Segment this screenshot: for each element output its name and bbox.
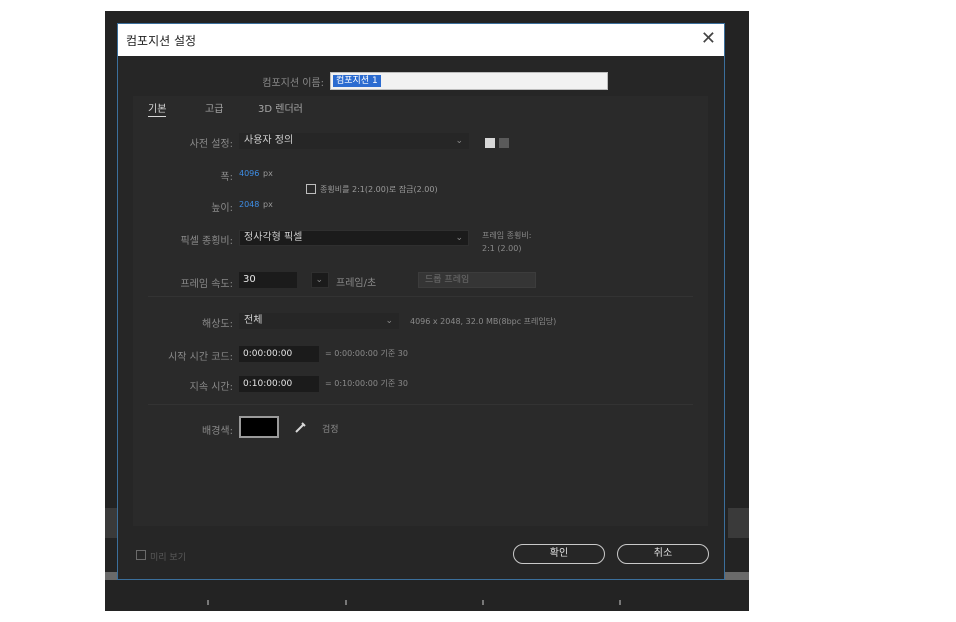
dialog-title: 컴포지션 설정 xyxy=(126,34,197,48)
preset-dropdown[interactable]: 사용자 정의 ⌄ xyxy=(239,133,469,149)
tab-3d-renderer[interactable]: 3D 렌더러 xyxy=(258,100,303,115)
separator xyxy=(148,296,693,297)
composition-name-input[interactable]: 컴포지션 1 xyxy=(330,72,608,90)
height-label: 높이: xyxy=(211,203,233,214)
tab-basic[interactable]: 기본 xyxy=(148,100,167,117)
eyedropper-icon[interactable] xyxy=(294,420,308,434)
ok-button[interactable]: 확인 xyxy=(513,544,605,564)
duration-value: 0:10:00:00 xyxy=(243,379,293,389)
height-value[interactable]: 2048 xyxy=(239,200,259,209)
drop-frame-dropdown[interactable]: 드롭 프레임 xyxy=(418,272,536,288)
dialog-titlebar: 컴포지션 설정 ✕ xyxy=(118,24,724,56)
duration-info: = 0:10:00:00 기준 30 xyxy=(325,379,408,388)
timeline-tick xyxy=(345,600,347,605)
preview-checkbox[interactable] xyxy=(136,550,146,560)
delete-preset-icon[interactable] xyxy=(499,138,509,148)
height-unit: px xyxy=(263,200,273,209)
background-color-name: 검정 xyxy=(322,425,339,435)
preset-label: 사전 설정: xyxy=(189,139,233,150)
chevron-down-icon: ⌄ xyxy=(455,136,463,146)
composition-settings-dialog: 컴포지션 설정 ✕ 컴포지션 이름: 컴포지션 1 기본 고급 3D 렌더러 사… xyxy=(117,23,725,580)
composition-name-value: 컴포지션 1 xyxy=(333,75,381,87)
start-timecode-value: 0:00:00:00 xyxy=(243,349,293,359)
lock-aspect-label: 종횡비를 2:1(2.00)로 잠금(2.00) xyxy=(320,185,438,194)
width-value[interactable]: 4096 xyxy=(239,169,259,178)
frame-rate-label: 프레임 속도: xyxy=(180,279,233,290)
frame-aspect-value: 2:1 (2.00) xyxy=(482,244,522,253)
tab-advanced[interactable]: 고급 xyxy=(205,100,223,115)
duration-label: 지속 시간: xyxy=(189,382,233,393)
preview-label: 미리 보기 xyxy=(150,553,186,563)
preset-value: 사용자 정의 xyxy=(244,135,294,146)
drop-frame-value: 드롭 프레임 xyxy=(425,275,470,285)
background-color-swatch[interactable] xyxy=(239,416,279,438)
background-panel-right xyxy=(728,508,749,538)
close-icon[interactable]: ✕ xyxy=(701,28,716,49)
start-timecode-input[interactable]: 0:00:00:00 xyxy=(239,346,319,362)
pixel-aspect-value: 정사각형 픽셀 xyxy=(244,232,303,243)
chevron-down-icon: ⌄ xyxy=(385,316,393,326)
frame-rate-unit: 프레임/초 xyxy=(336,278,377,289)
duration-input[interactable]: 0:10:00:00 xyxy=(239,376,319,392)
settings-panel xyxy=(133,96,708,526)
composition-name-label: 컴포지션 이름: xyxy=(262,78,324,89)
chevron-down-icon: ⌄ xyxy=(455,233,463,243)
timeline-tick xyxy=(482,600,484,605)
resolution-dropdown[interactable]: 전체 ⌄ xyxy=(239,313,399,329)
pixel-aspect-dropdown[interactable]: 정사각형 픽셀 ⌄ xyxy=(239,230,469,246)
frame-rate-dropdown[interactable]: ⌄ xyxy=(311,272,329,288)
resolution-value: 전체 xyxy=(244,315,263,326)
cancel-button[interactable]: 취소 xyxy=(617,544,709,564)
lock-aspect-checkbox[interactable] xyxy=(306,184,316,194)
start-timecode-label: 시작 시간 코드: xyxy=(168,352,233,363)
width-unit: px xyxy=(263,169,273,178)
timeline-tick xyxy=(207,600,209,605)
start-timecode-info: = 0:00:00:00 기준 30 xyxy=(325,349,408,358)
save-preset-icon[interactable] xyxy=(485,138,495,148)
pixel-aspect-label: 픽셀 종횡비: xyxy=(180,236,233,247)
timeline-tick xyxy=(619,600,621,605)
frame-rate-value: 30 xyxy=(243,274,256,285)
separator xyxy=(148,404,693,405)
resolution-info: 4096 x 2048, 32.0 MB(8bpc 프레임당) xyxy=(410,317,557,326)
dialog-body: 컴포지션 이름: 컴포지션 1 기본 고급 3D 렌더러 사전 설정: 사용자 … xyxy=(118,56,724,579)
resolution-label: 해상도: xyxy=(202,319,233,330)
background-color-label: 배경색: xyxy=(202,426,233,437)
chevron-down-icon: ⌄ xyxy=(315,275,323,285)
frame-aspect-label: 프레임 종횡비: xyxy=(482,231,532,240)
frame-rate-input[interactable]: 30 xyxy=(239,272,297,288)
width-label: 폭: xyxy=(220,172,233,183)
